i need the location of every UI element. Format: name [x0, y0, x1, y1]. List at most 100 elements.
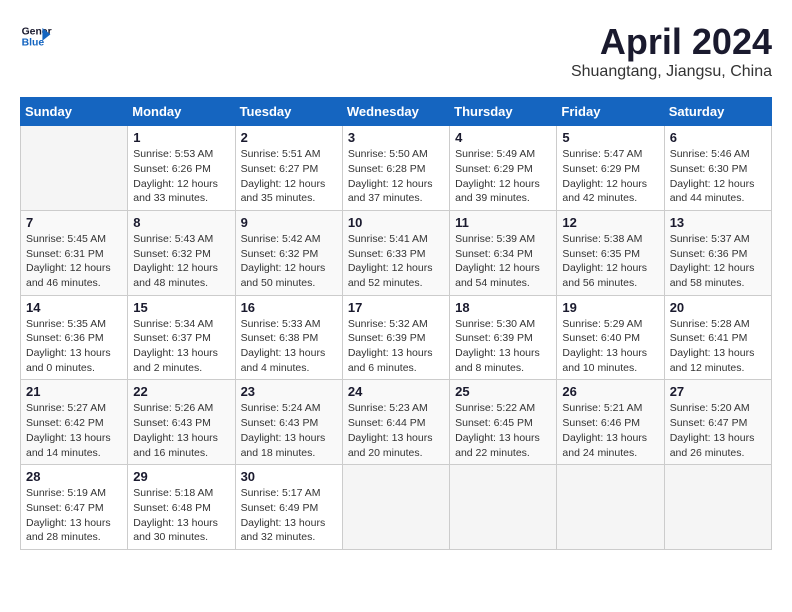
logo: General Blue: [20, 20, 52, 52]
day-number: 6: [670, 130, 766, 145]
day-header-friday: Friday: [557, 98, 664, 126]
day-info: Sunrise: 5:22 AM Sunset: 6:45 PM Dayligh…: [455, 401, 551, 460]
calendar-cell: 7Sunrise: 5:45 AM Sunset: 6:31 PM Daylig…: [21, 210, 128, 295]
day-info: Sunrise: 5:23 AM Sunset: 6:44 PM Dayligh…: [348, 401, 444, 460]
day-info: Sunrise: 5:43 AM Sunset: 6:32 PM Dayligh…: [133, 232, 229, 291]
day-number: 29: [133, 469, 229, 484]
day-info: Sunrise: 5:30 AM Sunset: 6:39 PM Dayligh…: [455, 317, 551, 376]
day-info: Sunrise: 5:28 AM Sunset: 6:41 PM Dayligh…: [670, 317, 766, 376]
calendar-cell: 15 Sunrise: 5:34 AM Sunset: 6:37 PM Dayli…: [128, 295, 235, 380]
logo-icon: General Blue: [20, 20, 52, 52]
calendar-cell: 20Sunrise: 5:28 AM Sunset: 6:41 PM Dayli…: [664, 295, 771, 380]
day-number: 10: [348, 215, 444, 230]
day-info: Sunrise: 5:50 AM Sunset: 6:28 PM Dayligh…: [348, 147, 444, 206]
day-info: Sunrise: 5:21 AM Sunset: 6:46 PM Dayligh…: [562, 401, 658, 460]
day-info: Sunrise: 5:42 AM Sunset: 6:32 PM Dayligh…: [241, 232, 337, 291]
calendar-cell: 30 Sunrise: 5:17 AM Sunset: 6:49 PM Dayli…: [235, 465, 342, 550]
calendar-cell: 18 Sunrise: 5:30 AM Sunset: 6:39 PM Dayli…: [450, 295, 557, 380]
day-info: Sunrise: 5:29 AM Sunset: 6:40 PM Dayligh…: [562, 317, 658, 376]
day-info: Sunrise: 5:41 AM Sunset: 6:33 PM Dayligh…: [348, 232, 444, 291]
calendar-cell: [21, 126, 128, 211]
day-number: 9: [241, 215, 337, 230]
page-header: General Blue April 2024 Shuangtang, Jian…: [20, 20, 772, 81]
day-info: Sunrise: 5:47 AM Sunset: 6:29 PM Dayligh…: [562, 147, 658, 206]
calendar-week-4: 21Sunrise: 5:27 AM Sunset: 6:42 PM Dayli…: [21, 380, 772, 465]
calendar-cell: 28Sunrise: 5:19 AM Sunset: 6:47 PM Dayli…: [21, 465, 128, 550]
calendar-cell: 29 Sunrise: 5:18 AM Sunset: 6:48 PM Dayli…: [128, 465, 235, 550]
day-number: 25: [455, 384, 551, 399]
day-info: Sunrise: 5:18 AM Sunset: 6:48 PM Dayligh…: [133, 486, 229, 545]
month-title: April 2024: [571, 20, 772, 63]
day-number: 18: [455, 300, 551, 315]
calendar-cell: 2Sunrise: 5:51 AM Sunset: 6:27 PM Daylig…: [235, 126, 342, 211]
calendar-cell: 1 Sunrise: 5:53 AM Sunset: 6:26 PM Daylig…: [128, 126, 235, 211]
location-subtitle: Shuangtang, Jiangsu, China: [571, 63, 772, 81]
day-header-tuesday: Tuesday: [235, 98, 342, 126]
calendar-cell: 13Sunrise: 5:37 AM Sunset: 6:36 PM Dayli…: [664, 210, 771, 295]
calendar-week-1: 1 Sunrise: 5:53 AM Sunset: 6:26 PM Daylig…: [21, 126, 772, 211]
calendar-cell: 19 Sunrise: 5:29 AM Sunset: 6:40 PM Dayli…: [557, 295, 664, 380]
day-info: Sunrise: 5:53 AM Sunset: 6:26 PM Dayligh…: [133, 147, 229, 206]
title-block: April 2024 Shuangtang, Jiangsu, China: [571, 20, 772, 81]
day-number: 1: [133, 130, 229, 145]
day-number: 30: [241, 469, 337, 484]
day-number: 17: [348, 300, 444, 315]
day-info: Sunrise: 5:26 AM Sunset: 6:43 PM Dayligh…: [133, 401, 229, 460]
calendar-cell: 3 Sunrise: 5:50 AM Sunset: 6:28 PM Daylig…: [342, 126, 449, 211]
day-info: Sunrise: 5:19 AM Sunset: 6:47 PM Dayligh…: [26, 486, 122, 545]
day-number: 16: [241, 300, 337, 315]
day-header-thursday: Thursday: [450, 98, 557, 126]
calendar-cell: 11Sunrise: 5:39 AM Sunset: 6:34 PM Dayli…: [450, 210, 557, 295]
calendar-header-row: SundayMondayTuesdayWednesdayThursdayFrid…: [21, 98, 772, 126]
day-number: 13: [670, 215, 766, 230]
calendar-cell: 12Sunrise: 5:38 AM Sunset: 6:35 PM Dayli…: [557, 210, 664, 295]
calendar-week-2: 7Sunrise: 5:45 AM Sunset: 6:31 PM Daylig…: [21, 210, 772, 295]
calendar-cell: [664, 465, 771, 550]
day-info: Sunrise: 5:34 AM Sunset: 6:37 PM Dayligh…: [133, 317, 229, 376]
day-info: Sunrise: 5:32 AM Sunset: 6:39 PM Dayligh…: [348, 317, 444, 376]
calendar-cell: 9 Sunrise: 5:42 AM Sunset: 6:32 PM Daylig…: [235, 210, 342, 295]
day-number: 21: [26, 384, 122, 399]
calendar-cell: 27Sunrise: 5:20 AM Sunset: 6:47 PM Dayli…: [664, 380, 771, 465]
day-number: 22: [133, 384, 229, 399]
day-info: Sunrise: 5:35 AM Sunset: 6:36 PM Dayligh…: [26, 317, 122, 376]
day-number: 23: [241, 384, 337, 399]
calendar-cell: [450, 465, 557, 550]
day-info: Sunrise: 5:38 AM Sunset: 6:35 PM Dayligh…: [562, 232, 658, 291]
day-number: 3: [348, 130, 444, 145]
day-number: 2: [241, 130, 337, 145]
calendar-cell: 26 Sunrise: 5:21 AM Sunset: 6:46 PM Dayli…: [557, 380, 664, 465]
day-info: Sunrise: 5:20 AM Sunset: 6:47 PM Dayligh…: [670, 401, 766, 460]
calendar-cell: 8 Sunrise: 5:43 AM Sunset: 6:32 PM Daylig…: [128, 210, 235, 295]
day-info: Sunrise: 5:49 AM Sunset: 6:29 PM Dayligh…: [455, 147, 551, 206]
calendar-cell: 5 Sunrise: 5:47 AM Sunset: 6:29 PM Daylig…: [557, 126, 664, 211]
calendar-week-3: 14 Sunrise: 5:35 AM Sunset: 6:36 PM Dayli…: [21, 295, 772, 380]
day-number: 24: [348, 384, 444, 399]
day-number: 14: [26, 300, 122, 315]
calendar-cell: 21Sunrise: 5:27 AM Sunset: 6:42 PM Dayli…: [21, 380, 128, 465]
calendar-cell: [557, 465, 664, 550]
day-number: 26: [562, 384, 658, 399]
calendar-cell: 25 Sunrise: 5:22 AM Sunset: 6:45 PM Dayli…: [450, 380, 557, 465]
day-header-monday: Monday: [128, 98, 235, 126]
day-number: 11: [455, 215, 551, 230]
day-number: 15: [133, 300, 229, 315]
day-info: Sunrise: 5:33 AM Sunset: 6:38 PM Dayligh…: [241, 317, 337, 376]
calendar-cell: 24 Sunrise: 5:23 AM Sunset: 6:44 PM Dayli…: [342, 380, 449, 465]
svg-text:Blue: Blue: [22, 38, 45, 49]
calendar-cell: 22 Sunrise: 5:26 AM Sunset: 6:43 PM Dayli…: [128, 380, 235, 465]
calendar-body: 1 Sunrise: 5:53 AM Sunset: 6:26 PM Daylig…: [21, 126, 772, 550]
day-info: Sunrise: 5:46 AM Sunset: 6:30 PM Dayligh…: [670, 147, 766, 206]
day-number: 19: [562, 300, 658, 315]
day-number: 5: [562, 130, 658, 145]
calendar-cell: 6 Sunrise: 5:46 AM Sunset: 6:30 PM Daylig…: [664, 126, 771, 211]
day-info: Sunrise: 5:45 AM Sunset: 6:31 PM Dayligh…: [26, 232, 122, 291]
day-number: 8: [133, 215, 229, 230]
calendar-cell: 14 Sunrise: 5:35 AM Sunset: 6:36 PM Dayli…: [21, 295, 128, 380]
day-header-wednesday: Wednesday: [342, 98, 449, 126]
day-info: Sunrise: 5:17 AM Sunset: 6:49 PM Dayligh…: [241, 486, 337, 545]
day-header-saturday: Saturday: [664, 98, 771, 126]
calendar-cell: 16 Sunrise: 5:33 AM Sunset: 6:38 PM Dayli…: [235, 295, 342, 380]
calendar-cell: 23Sunrise: 5:24 AM Sunset: 6:43 PM Dayli…: [235, 380, 342, 465]
day-number: 4: [455, 130, 551, 145]
